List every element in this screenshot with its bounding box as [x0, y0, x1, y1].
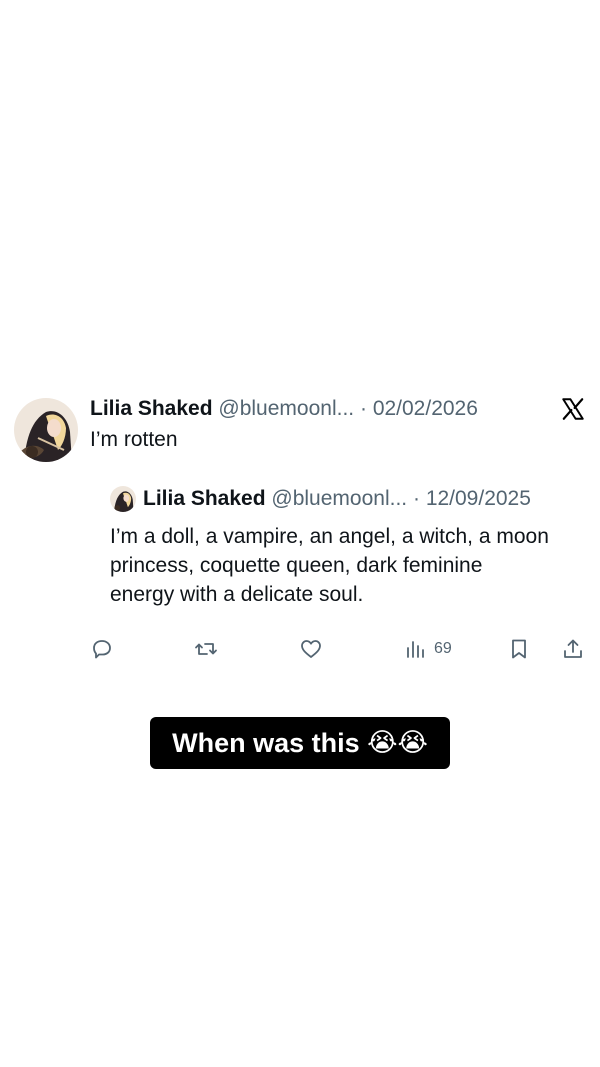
- tweet-date[interactable]: 02/02/2026: [373, 397, 478, 420]
- retweet-icon: [195, 643, 217, 655]
- x-logo-icon: [560, 396, 586, 422]
- tweet-text: I’m rotten: [90, 428, 178, 451]
- quoted-tweet-header: Lilia Shaked @bluemoonl... · 12/09/2025: [143, 486, 531, 512]
- retweet-button[interactable]: [194, 636, 218, 662]
- bookmark-button[interactable]: [507, 636, 531, 662]
- meta-separator: ·: [359, 397, 367, 420]
- heart-icon: [301, 640, 321, 658]
- share-icon: [564, 639, 582, 658]
- caption-overlay: When was this 😭😭: [150, 717, 450, 769]
- quoted-tweet-text: I’m a doll, a vampire, an angel, a witch…: [110, 525, 549, 606]
- reply-icon: [93, 640, 111, 659]
- share-button[interactable]: [561, 636, 585, 662]
- bookmark-icon: [512, 639, 526, 659]
- author-name[interactable]: Lilia Shaked: [90, 397, 213, 420]
- tweet-actions-bar: 69: [0, 636, 600, 664]
- quoted-author-handle[interactable]: @bluemoonl...: [271, 487, 407, 510]
- author-avatar[interactable]: [14, 398, 78, 462]
- views-count: 69: [434, 640, 452, 657]
- quoted-tweet-date[interactable]: 12/09/2025: [426, 487, 531, 510]
- crying-emoji: 😭😭: [367, 728, 428, 758]
- quoted-author-avatar[interactable]: [110, 486, 136, 512]
- caption-text: When was this: [172, 727, 360, 758]
- tweet-card[interactable]: Lilia Shaked @bluemoonl... · 02/02/2026 …: [0, 390, 600, 680]
- quoted-meta-separator: ·: [412, 487, 420, 510]
- author-handle[interactable]: @bluemoonl...: [218, 397, 354, 420]
- tweet-header: Lilia Shaked @bluemoonl... · 02/02/2026: [90, 396, 478, 422]
- like-button[interactable]: [299, 636, 323, 662]
- reply-button[interactable]: [90, 636, 114, 662]
- views-chart-icon: [407, 641, 424, 658]
- quoted-author-name[interactable]: Lilia Shaked: [143, 487, 266, 510]
- views-button[interactable]: 69: [404, 636, 452, 662]
